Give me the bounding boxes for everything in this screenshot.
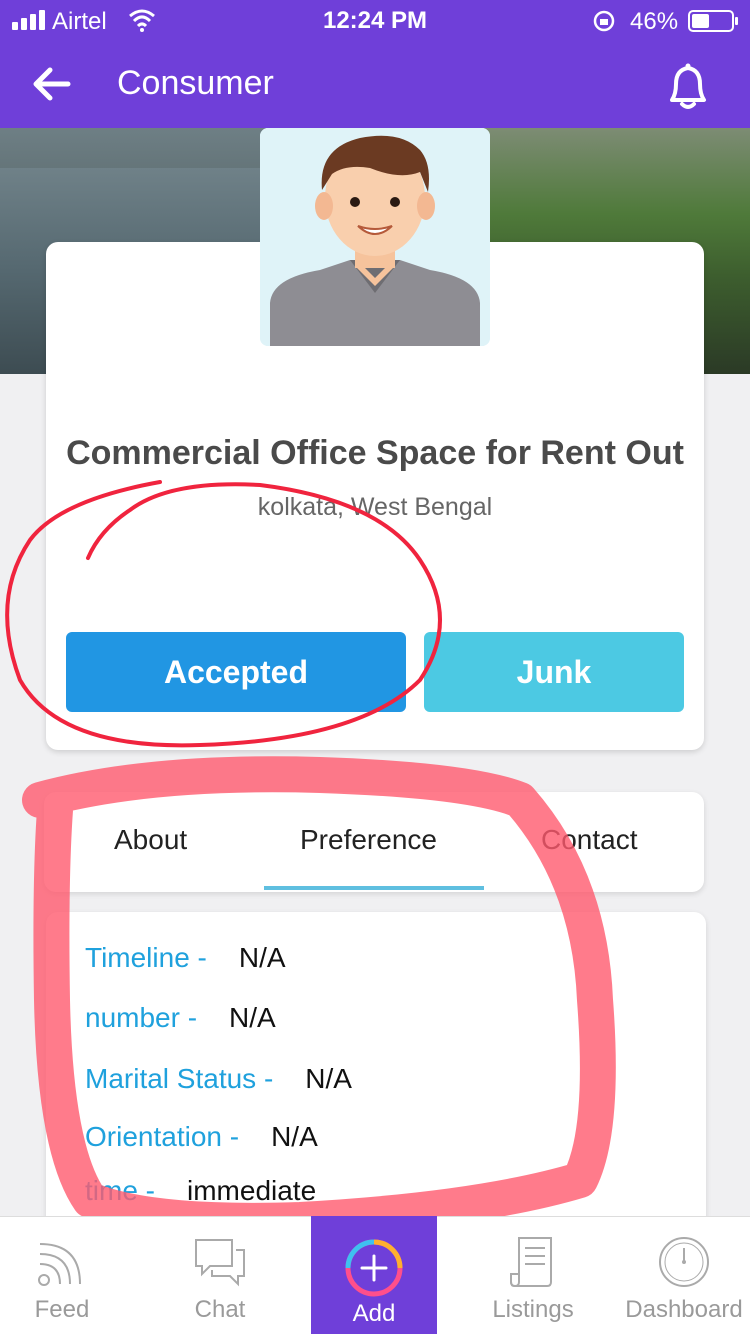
feed-icon	[38, 1243, 81, 1286]
listing-title: Commercial Office Space for Rent Out	[66, 434, 684, 472]
nav-feed-label: Feed	[34, 1296, 90, 1323]
avatar	[260, 128, 490, 346]
nav-dashboard-label: Dashboard	[625, 1296, 743, 1323]
nav-add[interactable]: Add	[311, 1216, 437, 1334]
status-bar: Airtel 12:24 PM 46%	[0, 0, 750, 40]
preference-time: time - immediate	[85, 1175, 316, 1207]
listings-icon	[510, 1237, 552, 1288]
chat-icon	[195, 1239, 245, 1287]
tab-preference[interactable]: Preference	[300, 824, 437, 856]
detail-label: Timeline -	[85, 942, 207, 973]
battery-percent: 46%	[630, 8, 679, 35]
arrow-left-icon[interactable]	[28, 60, 76, 108]
detail-label: Marital Status -	[85, 1063, 274, 1094]
battery-icon	[688, 10, 738, 32]
add-icon	[345, 1239, 403, 1297]
detail-label: Orientation -	[85, 1121, 240, 1152]
rotation-lock-icon	[593, 10, 615, 32]
nav-add-label: Add	[352, 1300, 396, 1327]
detail-label: number -	[85, 1002, 198, 1033]
dashboard-icon	[659, 1237, 709, 1287]
accepted-button[interactable]: Accepted	[66, 632, 406, 712]
active-tab-indicator	[264, 886, 484, 890]
preference-orientation: Orientation - N/A	[85, 1121, 318, 1153]
nav-chat[interactable]: Chat	[150, 1216, 290, 1334]
detail-value: N/A	[271, 1121, 318, 1152]
nav-listings-label: Listings	[492, 1296, 574, 1323]
junk-button[interactable]: Junk	[424, 632, 684, 712]
detail-value: N/A	[229, 1002, 276, 1033]
detail-label: time -	[85, 1175, 155, 1206]
nav-chat-label: Chat	[194, 1296, 246, 1323]
listing-location: kolkata, West Bengal	[257, 493, 493, 521]
nav-listings[interactable]: Listings	[466, 1216, 600, 1334]
page-title: Consumer	[117, 64, 274, 102]
tab-about[interactable]: About	[114, 824, 187, 856]
nav-feed[interactable]: Feed	[0, 1216, 124, 1334]
preference-number: number - N/A	[85, 1002, 276, 1034]
detail-value: N/A	[238, 942, 286, 973]
tab-contact[interactable]: Contact	[541, 824, 638, 856]
detail-value: N/A	[305, 1063, 352, 1094]
bell-icon[interactable]	[660, 60, 716, 112]
app-header: Consumer	[0, 40, 750, 128]
preference-marital-status: Marital Status - N/A	[85, 1063, 352, 1095]
nav-dashboard[interactable]: Dashboard	[618, 1216, 750, 1334]
preference-timeline: Timeline - N/A	[85, 942, 286, 974]
detail-value: immediate	[187, 1175, 317, 1206]
battery-level	[692, 14, 709, 28]
